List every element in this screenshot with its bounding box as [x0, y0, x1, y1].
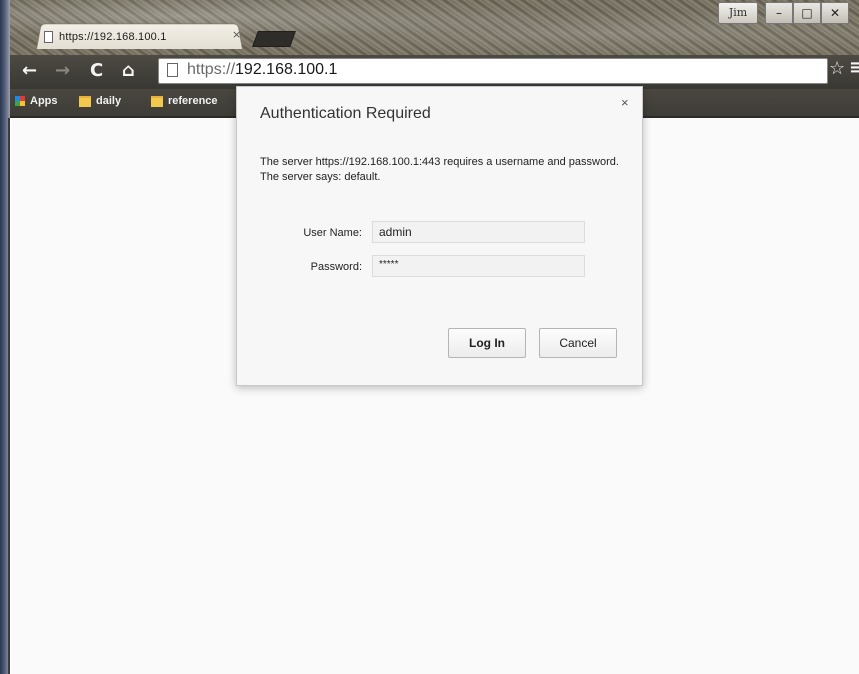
close-window-button[interactable]: ✕: [821, 2, 849, 24]
bookmark-label: Apps: [30, 95, 58, 107]
home-icon[interactable]: ⌂: [122, 60, 135, 81]
apps-grid-icon: [15, 96, 25, 106]
dialog-title: Authentication Required: [260, 105, 431, 122]
cancel-button[interactable]: Cancel: [539, 328, 617, 358]
bookmark-daily[interactable]: daily: [79, 95, 121, 107]
dialog-message: The server https://192.168.100.1:443 req…: [260, 156, 619, 183]
username-field[interactable]: admin: [372, 221, 585, 243]
url-scheme: https://: [187, 61, 236, 78]
title-bar: https://192.168.100.1 × Jim – □ ✕: [10, 0, 859, 55]
bookmark-star-icon[interactable]: ☆: [829, 58, 845, 79]
reload-icon[interactable]: C: [90, 60, 103, 81]
address-bar[interactable]: https://192.168.100.1: [158, 58, 828, 84]
bookmark-label: daily: [96, 95, 122, 107]
back-arrow-icon[interactable]: ←: [22, 60, 37, 81]
window-left-edge: [0, 0, 10, 674]
new-tab-button[interactable]: [252, 31, 296, 47]
dialog-close-icon[interactable]: ×: [621, 95, 629, 110]
maximize-button[interactable]: □: [793, 2, 821, 24]
page-icon: [44, 31, 53, 43]
authentication-dialog: Authentication Required × The server htt…: [236, 86, 643, 386]
bookmark-apps[interactable]: Apps: [15, 95, 58, 107]
browser-toolbar: ← → C ⌂ https://192.168.100.1 ☆ ≡: [10, 55, 859, 89]
minimize-button[interactable]: –: [765, 2, 793, 24]
tab-title: https://192.168.100.1: [59, 31, 167, 43]
tab-close-icon[interactable]: ×: [232, 28, 241, 41]
folder-icon: [79, 95, 91, 107]
menu-icon[interactable]: ≡: [849, 57, 859, 78]
password-field[interactable]: *****: [372, 255, 585, 277]
bookmark-label: reference: [168, 95, 218, 107]
bookmark-reference[interactable]: reference: [151, 95, 218, 107]
folder-icon: [151, 95, 163, 107]
tab-content[interactable]: https://192.168.100.1: [44, 26, 167, 48]
page-icon: [167, 63, 178, 77]
url-text[interactable]: https://192.168.100.1: [187, 61, 337, 79]
password-label: Password:: [310, 261, 362, 273]
forward-arrow-icon[interactable]: →: [55, 60, 70, 81]
login-button[interactable]: Log In: [448, 328, 526, 358]
user-profile-button[interactable]: Jim: [718, 2, 758, 24]
username-label: User Name:: [303, 227, 362, 239]
url-host: 192.168.100.1: [235, 61, 338, 78]
